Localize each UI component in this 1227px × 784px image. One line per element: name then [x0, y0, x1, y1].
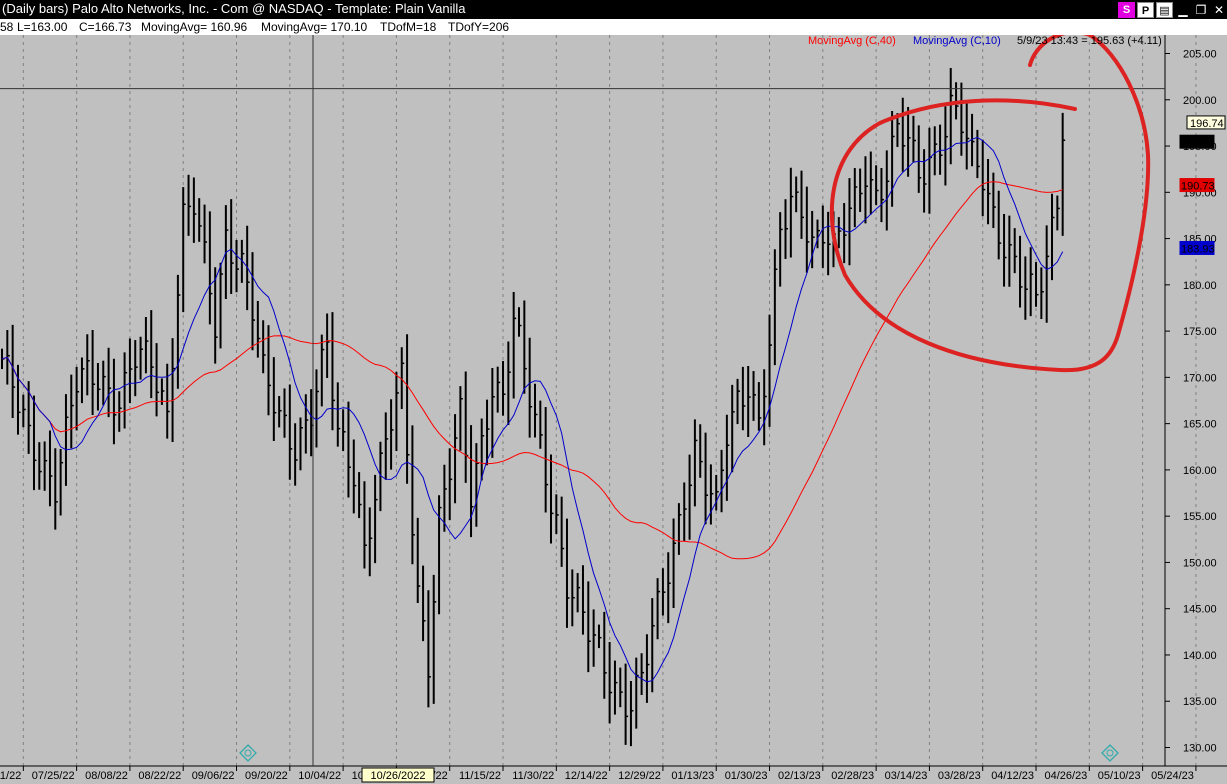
status-tdofy: TDofY=206: [448, 20, 510, 34]
y-tick-label: 200.00: [1183, 95, 1217, 107]
y-tick-label: 170.00: [1183, 372, 1217, 384]
legend: MovingAvg (C,40) MovingAvg (C,10) 5/9/23…: [808, 35, 1162, 47]
y-tick-label: 140.00: [1183, 650, 1217, 662]
x-tick-label: 10/04/22: [298, 770, 341, 782]
p-button[interactable]: P: [1137, 1, 1154, 18]
restore-icon[interactable]: ❐: [1193, 2, 1209, 18]
y-tick-label: 175.00: [1183, 326, 1217, 338]
status-ma2: MovingAvg= 170.10: [261, 20, 368, 34]
x-tick-label: 07/25/22: [32, 770, 75, 782]
legend-ma40: MovingAvg (C,40): [808, 35, 896, 47]
svg-text:195.63: 195.63: [1181, 137, 1215, 149]
y-tick-label: 155.00: [1183, 511, 1217, 523]
x-tick-label: 07/11/22: [0, 770, 21, 782]
svg-text:196.74: 196.74: [1190, 118, 1224, 130]
y-tick-label: 130.00: [1183, 742, 1217, 754]
x-tick-label: 08/08/22: [85, 770, 128, 782]
window-list-icon[interactable]: ▤: [1156, 1, 1173, 18]
x-tick-label: 11/15/22: [459, 770, 501, 782]
price-badge: 190.73: [1179, 178, 1215, 193]
status-close: C=166.73: [79, 20, 132, 34]
x-tick-label: 02/28/23: [831, 770, 874, 782]
x-tick-label: 09/20/22: [245, 770, 288, 782]
window-title: (Daily bars) Palo Alto Networks, Inc. - …: [2, 1, 466, 16]
x-tick-label: 04/12/23: [991, 770, 1034, 782]
y-tick-label: 205.00: [1183, 49, 1217, 61]
x-tick-label: 05/10/23: [1098, 770, 1141, 782]
chart-background: [0, 35, 1227, 784]
x-tick-label: 01/30/23: [725, 770, 768, 782]
status-ma1: MovingAvg= 160.96: [141, 20, 248, 34]
price-badge: 195.63: [1179, 134, 1215, 149]
status-bar: 58 L=163.00 C=166.73 MovingAvg= 160.96 M…: [0, 19, 1227, 35]
crosshair-date-label: 10/26/2022: [361, 767, 435, 783]
status-tdofm: TDofM=18: [380, 20, 437, 34]
x-tick-label: 09/06/22: [192, 770, 235, 782]
y-tick-label: 160.00: [1183, 465, 1217, 477]
close-icon[interactable]: ✕: [1211, 2, 1227, 18]
svg-text:183.93: 183.93: [1181, 243, 1215, 255]
x-tick-label: 08/22/22: [138, 770, 181, 782]
x-tick-label: 02/13/23: [778, 770, 821, 782]
x-tick-label: 11/30/22: [512, 770, 554, 782]
minimize-icon[interactable]: ▁: [1175, 2, 1191, 18]
s-button[interactable]: S: [1118, 1, 1135, 18]
price-badge: 183.93: [1179, 240, 1215, 255]
y-tick-label: 180.00: [1183, 280, 1217, 292]
x-tick-label: 12/29/22: [618, 770, 661, 782]
x-tick-label: 12/14/22: [565, 770, 608, 782]
window-controls: S P ▤ ▁ ❐ ✕: [1116, 0, 1227, 19]
status-fragment: 58: [0, 20, 14, 34]
svg-text:10/26/2022: 10/26/2022: [370, 770, 425, 782]
y-tick-label: 145.00: [1183, 604, 1217, 616]
price-badge: 196.74: [1186, 115, 1226, 130]
x-tick-label: 03/14/23: [885, 770, 928, 782]
x-tick-label: 03/28/23: [938, 770, 981, 782]
y-tick-label: 165.00: [1183, 419, 1217, 431]
price-chart[interactable]: 130.00 135.00 140.00 145.00 150.00 155.00 160.…: [0, 35, 1227, 784]
title-bar: (Daily bars) Palo Alto Networks, Inc. - …: [0, 0, 1227, 19]
x-tick-label: 05/24/23: [1151, 770, 1194, 782]
x-tick-label: 04/26/23: [1044, 770, 1087, 782]
y-tick-label: 150.00: [1183, 557, 1217, 569]
status-low: L=163.00: [17, 20, 68, 34]
y-tick-label: 135.00: [1183, 696, 1217, 708]
svg-text:190.73: 190.73: [1181, 181, 1215, 193]
legend-last-price: 5/9/23 13:43 = 195.63 (+4.11): [1017, 35, 1162, 47]
legend-ma10: MovingAvg (C,10): [913, 35, 1001, 47]
x-tick-label: 01/13/23: [671, 770, 714, 782]
